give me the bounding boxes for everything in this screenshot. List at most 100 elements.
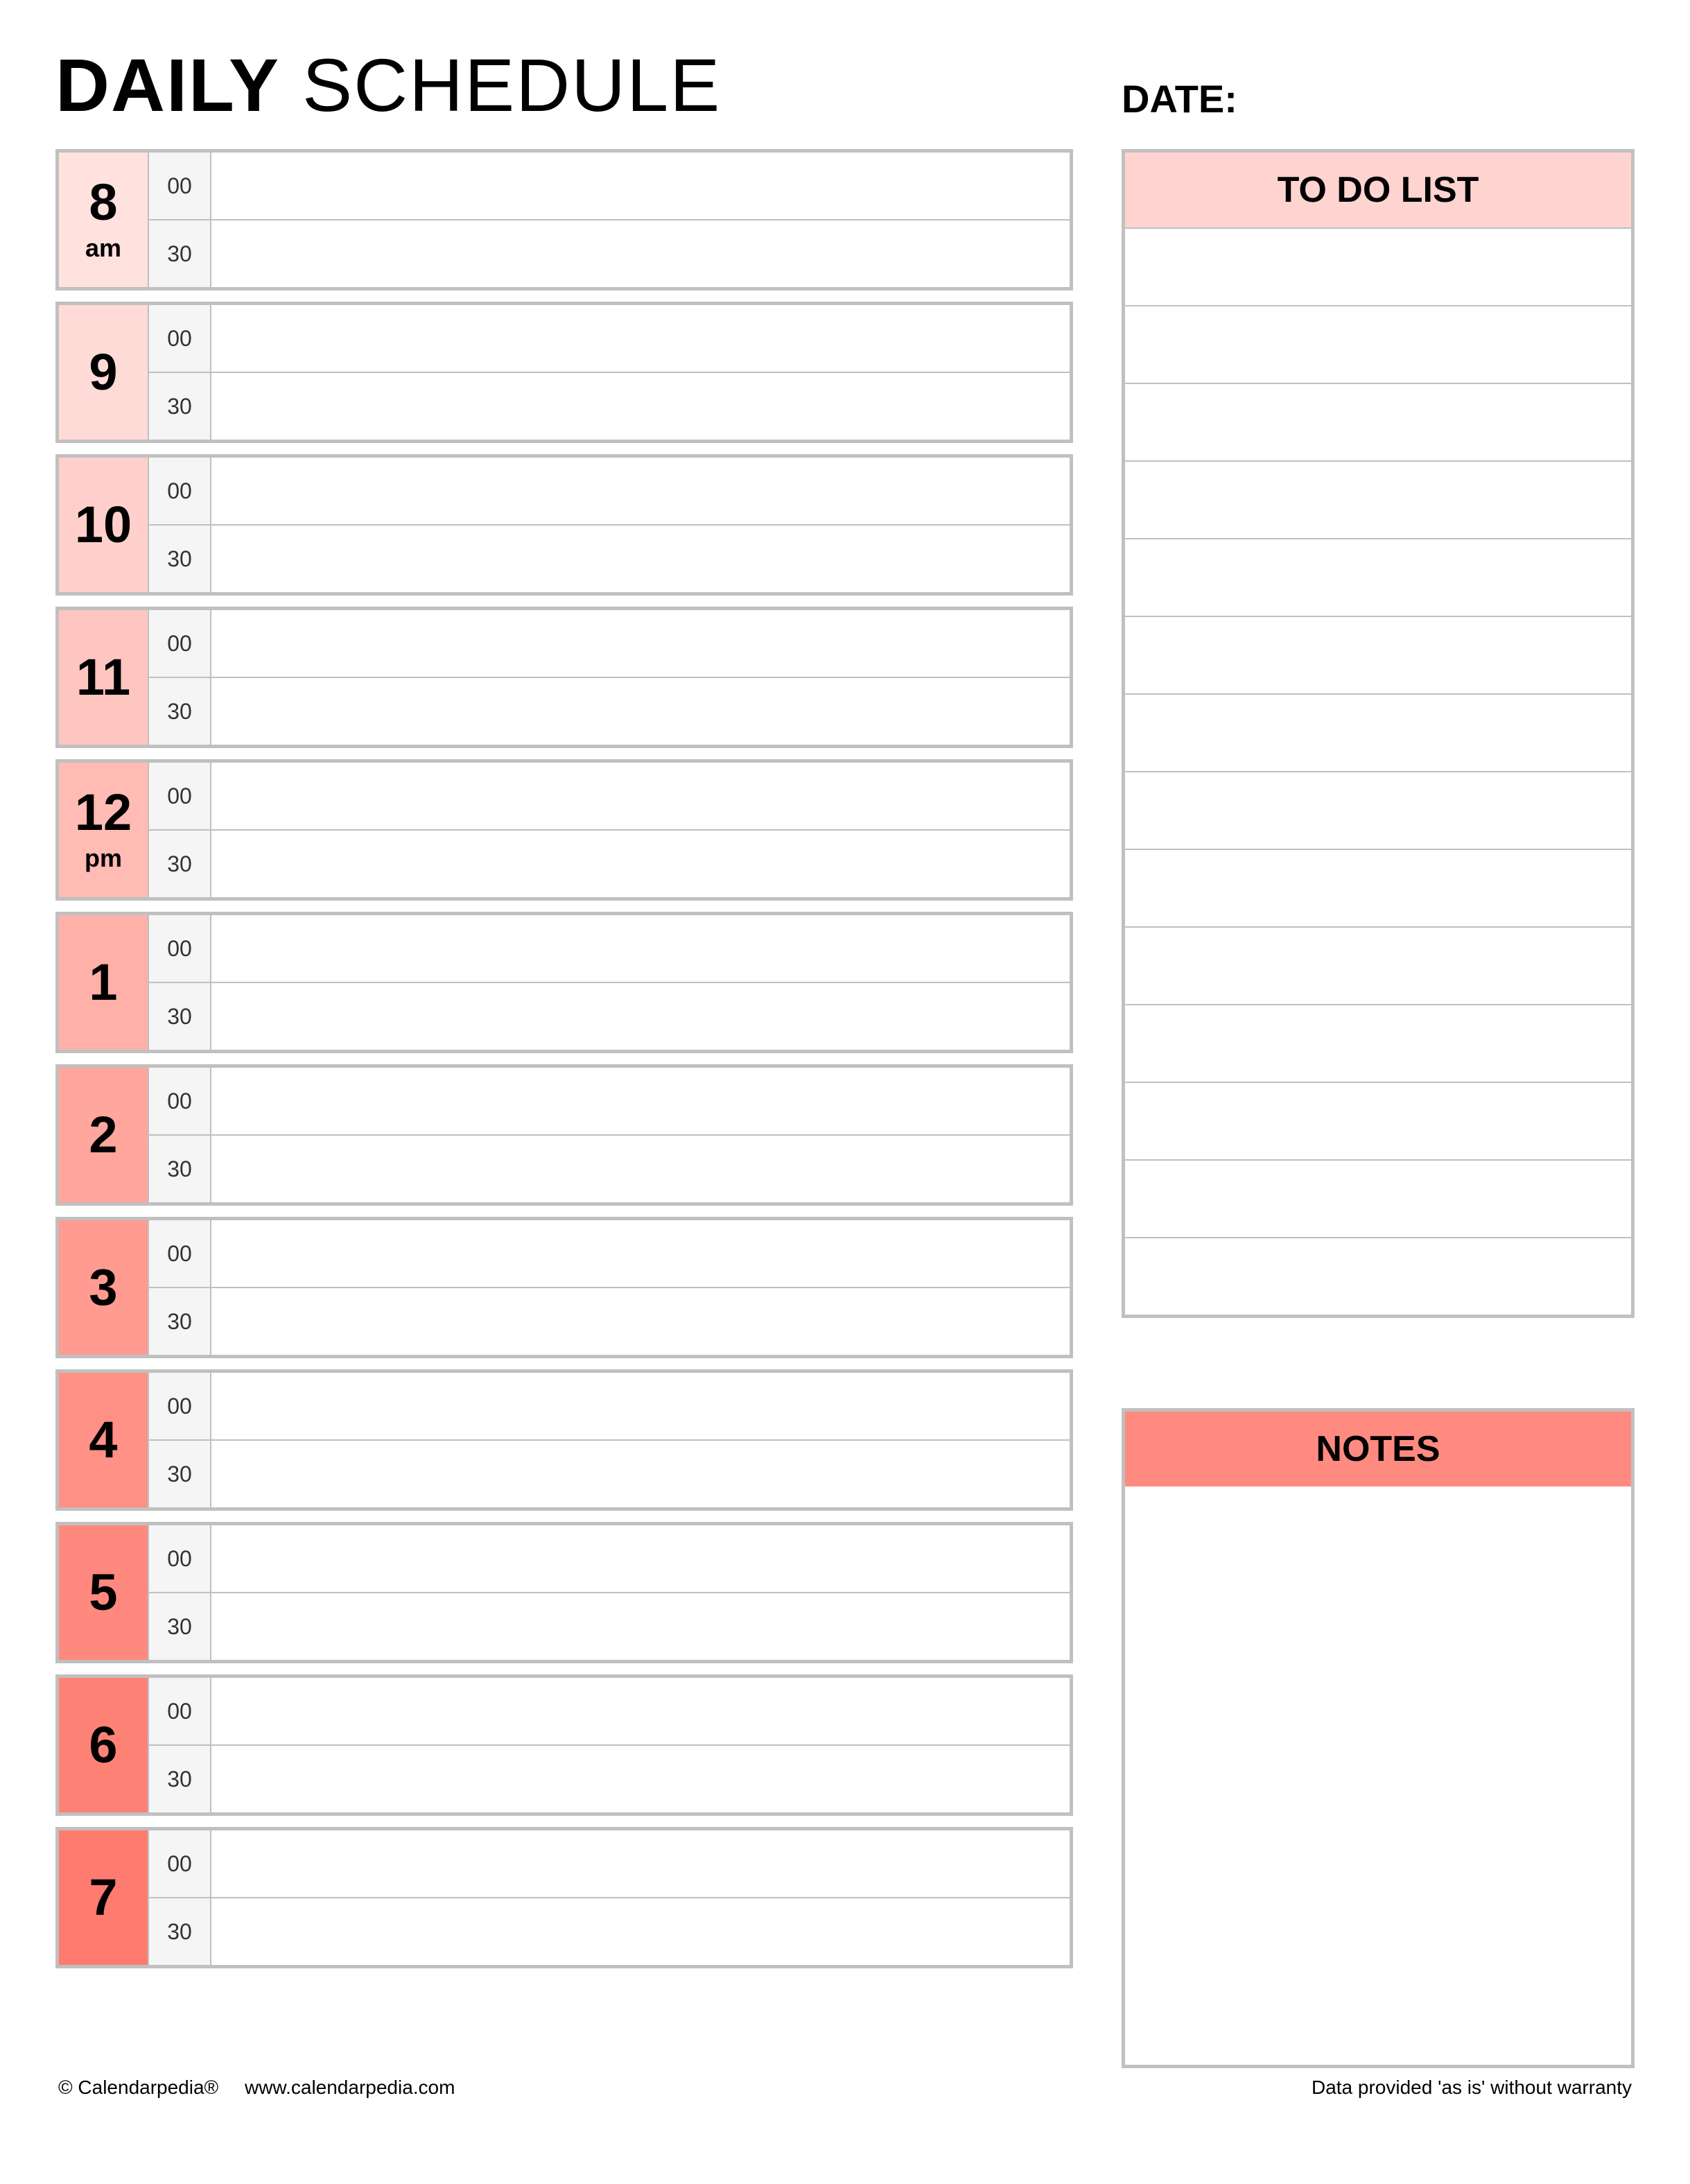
todo-row[interactable]: [1125, 383, 1631, 460]
minute-30: 30: [149, 526, 211, 592]
todo-row[interactable]: [1125, 1237, 1631, 1315]
minute-30: 30: [149, 678, 211, 745]
hour-number: 9: [89, 347, 117, 398]
schedule-slot[interactable]: [211, 1288, 1070, 1355]
hour-label: 1: [59, 915, 149, 1050]
hour-number: 4: [89, 1414, 117, 1466]
slots: [211, 1525, 1070, 1660]
minute-30: 30: [149, 1898, 211, 1965]
side-column: TO DO LIST NOTES: [1122, 149, 1635, 2068]
schedule-slot[interactable]: [211, 915, 1070, 983]
slots: [211, 1068, 1070, 1202]
minute-00: 00: [149, 153, 211, 220]
schedule-slot[interactable]: [211, 678, 1070, 745]
schedule-slot[interactable]: [211, 983, 1070, 1050]
schedule-slot[interactable]: [211, 1830, 1070, 1898]
todo-row[interactable]: [1125, 616, 1631, 693]
slots: [211, 1373, 1070, 1507]
schedule-slot[interactable]: [211, 1525, 1070, 1593]
minute-00: 00: [149, 915, 211, 983]
schedule-slot[interactable]: [211, 1373, 1070, 1441]
minutes-column: 0030: [149, 1068, 211, 1202]
minute-00: 00: [149, 1373, 211, 1441]
minutes-column: 0030: [149, 1525, 211, 1660]
minute-00: 00: [149, 1220, 211, 1288]
minute-00: 00: [149, 458, 211, 526]
schedule-slot[interactable]: [211, 526, 1070, 592]
slots: [211, 610, 1070, 745]
title-bold: DAILY: [55, 43, 280, 127]
slots: [211, 763, 1070, 897]
minute-30: 30: [149, 1441, 211, 1507]
schedule-slot[interactable]: [211, 763, 1070, 831]
notes-body[interactable]: [1125, 1487, 1631, 2065]
todo-row[interactable]: [1125, 693, 1631, 771]
todo-row[interactable]: [1125, 460, 1631, 538]
hour-block: 10030: [55, 912, 1073, 1053]
todo-row[interactable]: [1125, 926, 1631, 1004]
minutes-column: 0030: [149, 610, 211, 745]
minutes-column: 0030: [149, 1678, 211, 1812]
schedule-slot[interactable]: [211, 373, 1070, 440]
minute-00: 00: [149, 1678, 211, 1746]
hour-block: 12pm0030: [55, 759, 1073, 901]
schedule-slot[interactable]: [211, 1068, 1070, 1136]
hour-block: 4 0030: [55, 1369, 1073, 1511]
hour-number: 7: [89, 1872, 117, 1923]
minutes-column: 0030: [149, 1830, 211, 1965]
minute-00: 00: [149, 1830, 211, 1898]
slots: [211, 305, 1070, 440]
minute-00: 00: [149, 610, 211, 678]
schedule-slot[interactable]: [211, 831, 1070, 897]
minute-00: 00: [149, 305, 211, 373]
schedule-slot[interactable]: [211, 1593, 1070, 1660]
slots: [211, 153, 1070, 287]
hour-number: 5: [89, 1567, 117, 1618]
schedule-slot[interactable]: [211, 153, 1070, 220]
slots: [211, 915, 1070, 1050]
minute-30: 30: [149, 831, 211, 897]
todo-row[interactable]: [1125, 1004, 1631, 1082]
hour-label: 8am: [59, 153, 149, 287]
slots: [211, 458, 1070, 592]
hour-label: 3: [59, 1220, 149, 1355]
todo-row[interactable]: [1125, 227, 1631, 305]
hour-block: 11 0030: [55, 607, 1073, 748]
minute-30: 30: [149, 1746, 211, 1812]
schedule-slot[interactable]: [211, 1678, 1070, 1746]
minute-30: 30: [149, 1288, 211, 1355]
footer-copyright: © Calendarpedia®: [58, 2077, 218, 2098]
slots: [211, 1830, 1070, 1965]
schedule-slot[interactable]: [211, 1746, 1070, 1812]
schedule-slot[interactable]: [211, 305, 1070, 373]
todo-row[interactable]: [1125, 1082, 1631, 1159]
footer-url: www.calendarpedia.com: [245, 2077, 455, 2098]
hour-number: 11: [76, 652, 130, 703]
hour-block: 20030: [55, 1064, 1073, 1206]
hour-label: 12pm: [59, 763, 149, 897]
todo-rows: [1125, 227, 1631, 1315]
date-label: DATE:: [1122, 76, 1635, 128]
minutes-column: 0030: [149, 305, 211, 440]
schedule-slot[interactable]: [211, 458, 1070, 526]
notes-panel: NOTES: [1122, 1408, 1635, 2068]
schedule-slot[interactable]: [211, 1441, 1070, 1507]
todo-row[interactable]: [1125, 538, 1631, 616]
schedule-slot[interactable]: [211, 610, 1070, 678]
schedule-slot[interactable]: [211, 1220, 1070, 1288]
todo-row[interactable]: [1125, 305, 1631, 383]
schedule-slot[interactable]: [211, 1136, 1070, 1202]
todo-row[interactable]: [1125, 1159, 1631, 1237]
todo-row[interactable]: [1125, 771, 1631, 849]
minute-30: 30: [149, 1136, 211, 1202]
schedule-slot[interactable]: [211, 1898, 1070, 1965]
hour-block: 30030: [55, 1217, 1073, 1358]
schedule-slot[interactable]: [211, 220, 1070, 287]
hour-ampm: am: [85, 234, 121, 263]
hour-block: 60030: [55, 1674, 1073, 1816]
hour-label: 10: [59, 458, 149, 592]
todo-row[interactable]: [1125, 849, 1631, 926]
minute-00: 00: [149, 1525, 211, 1593]
title-light: SCHEDULE: [280, 43, 721, 127]
schedule-column: 8am00309003010003011003012pm003010030200…: [55, 149, 1073, 2068]
